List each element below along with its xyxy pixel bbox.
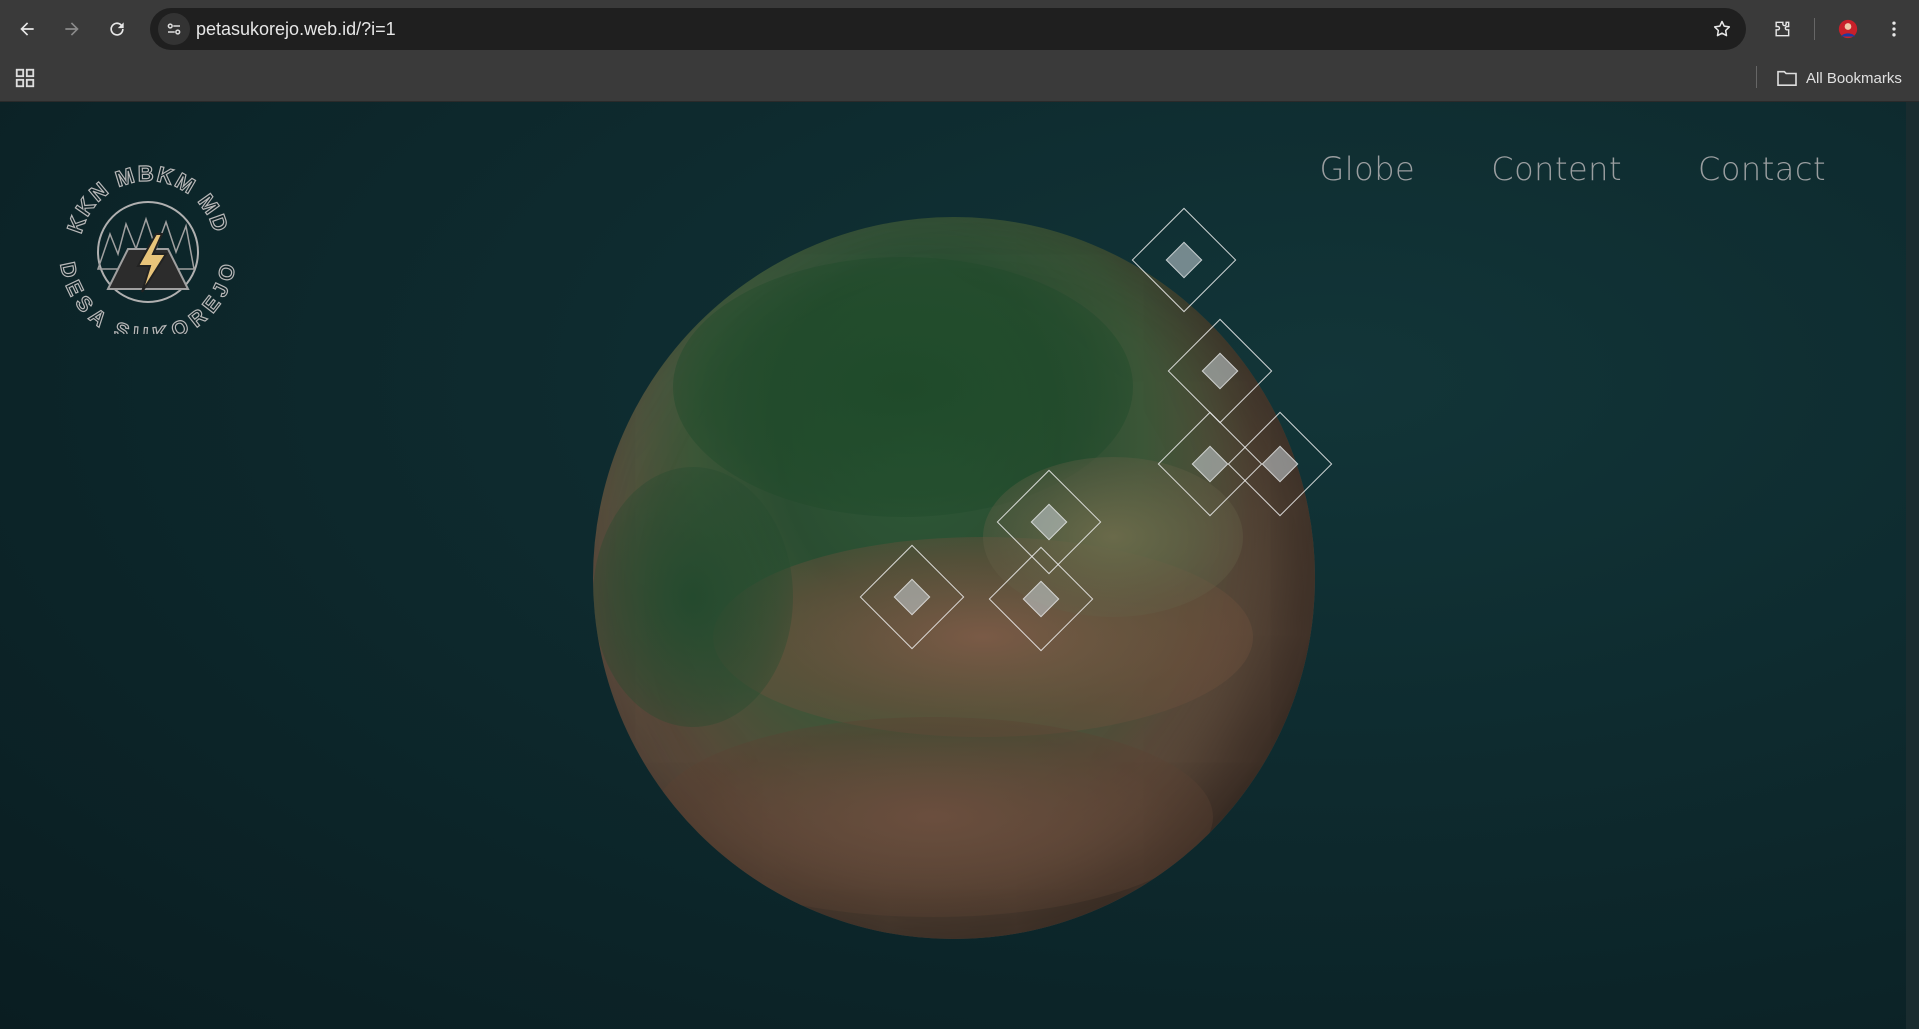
scrollbar[interactable] — [1906, 102, 1919, 1029]
bookmarks-separator — [1756, 66, 1757, 88]
nav-contact-link[interactable]: Contact — [1698, 150, 1826, 188]
all-bookmarks-button[interactable]: All Bookmarks — [1776, 66, 1902, 90]
profile-avatar[interactable] — [1832, 13, 1864, 45]
folder-icon — [1777, 70, 1797, 87]
page-canvas: KKN MBKM MD DESA SUKOREJO Globe Content … — [0, 102, 1906, 1029]
back-icon[interactable] — [11, 13, 43, 45]
apps-icon[interactable] — [14, 67, 36, 89]
forward-icon[interactable] — [56, 13, 88, 45]
extensions-icon[interactable] — [1766, 13, 1798, 45]
star-icon[interactable] — [1710, 17, 1734, 41]
reload-icon[interactable] — [101, 13, 133, 45]
browser-toolbar: petasukorejo.web.id/?i=1 — [0, 0, 1919, 58]
url-text[interactable]: petasukorejo.web.id/?i=1 — [196, 19, 396, 40]
address-bar[interactable]: petasukorejo.web.id/?i=1 — [150, 8, 1746, 50]
satellite-globe[interactable] — [593, 217, 1315, 939]
all-bookmarks-label: All Bookmarks — [1806, 69, 1902, 87]
toolbar-separator — [1814, 18, 1815, 40]
kkn-logo[interactable]: KKN MBKM MD DESA SUKOREJO — [58, 154, 238, 334]
site-info-icon[interactable] — [158, 13, 190, 45]
nav-content-link[interactable]: Content — [1491, 150, 1622, 188]
main-nav: Globe Content Contact — [1319, 150, 1826, 188]
more-icon[interactable] — [1878, 13, 1910, 45]
bookmarks-bar: All Bookmarks — [0, 58, 1919, 102]
nav-globe-link[interactable]: Globe — [1319, 150, 1415, 188]
